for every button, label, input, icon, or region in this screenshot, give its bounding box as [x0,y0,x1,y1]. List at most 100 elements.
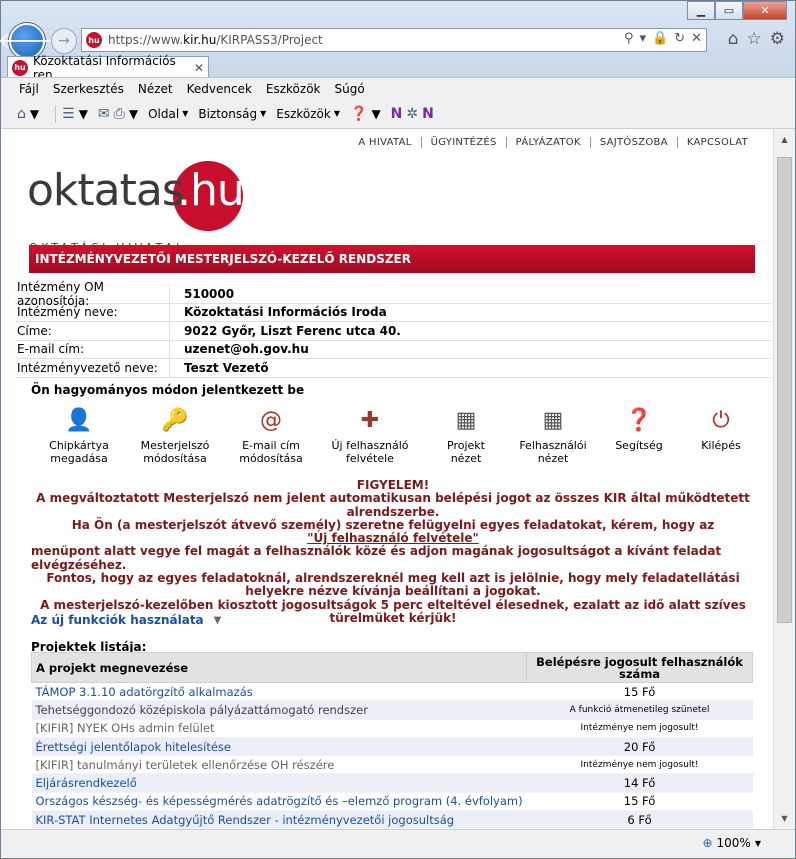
close-window-button[interactable]: ✕ [743,1,787,20]
menu-help[interactable]: Súgó [335,82,365,96]
window-controls: ▁ ▭ ✕ [687,1,787,20]
info-label: Intézmény neve: [15,303,170,321]
menu-bar: Fájl Szerkesztés Nézet Kedvencek Eszközö… [1,77,795,99]
notice-paragraph: A megváltoztatott Mesterjelszó nem jelen… [36,491,750,519]
maximize-button[interactable]: ▭ [715,1,743,20]
new-functions-link[interactable]: Az új funkciók használata [31,613,204,627]
settings-icon[interactable]: ✲ [406,106,418,122]
help-button[interactable]: ❓ Segítség [605,403,673,452]
print-caret-icon[interactable]: ▼ [129,107,138,121]
project-view-button[interactable]: ▦ Projekt nézet [425,403,507,465]
nav-hivatal[interactable]: A HIVATAL [349,137,420,148]
menu-edit[interactable]: Szerkesztés [53,82,124,96]
favorites-icon[interactable]: ☆ [747,29,762,49]
zoom-control[interactable]: ⊕ 100% ▼ [702,836,761,850]
close-tab-icon[interactable]: ✕ [194,61,204,75]
action-label: Chipkártya [49,439,109,452]
onenote-send-icon[interactable]: N [422,106,434,122]
zoom-icon: ⊕ [702,836,713,850]
refresh-icon[interactable]: ↻ [674,31,685,46]
new-functions-toggle[interactable]: Az új funkciók használata ▼ [31,613,221,627]
browser-tab[interactable]: hu Közoktatási Információs ren... ✕ [7,54,209,82]
home-caret-icon[interactable]: ▼ [30,107,39,121]
home-cmd-icon[interactable]: ⌂ [17,106,26,122]
minimize-button[interactable]: ▁ [687,1,715,20]
scroll-thumb[interactable] [777,157,792,623]
action-toolbar: 👤 Chipkártya megadása 🔑 Mesterjelszó mód… [31,403,755,469]
email-change-button[interactable]: @ E-mail cím módosítása [223,403,319,465]
stop-icon[interactable]: ✕ [691,31,702,46]
action-label: felvétele [346,452,394,465]
user-view-button[interactable]: ▦ Felhasználói nézet [509,403,597,465]
address-tools: ⚲ ▾ 🔒 ↻ ✕ [624,31,702,46]
dropdown-icon[interactable]: ▾ [639,31,646,46]
separator [55,104,57,123]
keys-icon: 🔑 [161,407,189,433]
table-row: TÁMOP 3.1.10 adatörgzítő alkalmazás 15 F… [31,682,753,702]
master-password-button[interactable]: 🔑 Mesterjelszó módosítása [127,403,223,465]
chevron-down-icon[interactable]: ▼ [214,615,222,626]
page-menu-button[interactable]: Oldal ▼ [148,107,188,121]
info-row: Intézmény OM azonosítója: 510000 [15,280,771,308]
tools-menu-button[interactable]: Eszközök ▼ [276,107,340,121]
col-user-count: Belépésre jogosult felhasználók száma [526,652,753,683]
project-link[interactable]: Eljárásrendkezelő [31,773,527,793]
login-note: Ön hagyományos módon jelentkezett be [31,383,305,397]
rss-icon[interactable]: ☰ [62,106,75,122]
info-label: Intézmény OM azonosítója: [15,280,170,308]
table-row: [KIFIR] NYEK OHs admin felület Intézmény… [31,719,753,738]
chipcard-button[interactable]: 👤 Chipkártya megadása [31,403,127,465]
add-user-icon: ✚ [360,407,380,433]
nav-ugyintezes[interactable]: ÜGYINTÉZÉS [420,137,506,148]
menu-view[interactable]: Nézet [138,82,173,96]
user-count: 15 Fő [526,792,753,812]
project-name: Tehetséggondozó középiskola pályázattámo… [31,700,527,720]
user-count: 14 Fő [526,773,753,793]
menu-file[interactable]: Fájl [19,82,39,96]
logout-button[interactable]: ⏻ Kilépés [687,403,755,452]
gear-icon[interactable]: ⚙ [770,29,785,49]
zoom-level: 100% [716,836,751,850]
zoom-caret-icon[interactable]: ▼ [755,839,761,848]
vertical-scrollbar[interactable]: ▲ ▼ [773,129,795,829]
help-caret-icon[interactable]: ▼ [371,107,380,121]
user-count: Intézménye nem jogosult! [526,719,753,738]
scroll-up-icon[interactable]: ▲ [776,131,793,148]
action-label: Segítség [615,439,663,452]
favicon-icon: hu [86,32,102,48]
help-icon[interactable]: ❓ [350,106,367,122]
forward-button[interactable]: → [51,28,77,54]
logout-icon: ⏻ [712,407,730,433]
tab-favicon-icon: hu [12,59,28,76]
info-label: E-mail cím: [15,340,170,358]
projects-table: A projekt megnevezése Belépésre jogosult… [30,652,753,829]
print-icon[interactable]: ⎙ [114,106,125,122]
mail-icon[interactable]: ✉ [98,106,110,122]
scroll-down-icon[interactable]: ▼ [776,810,793,827]
lock-icon[interactable]: 🔒 [652,31,668,46]
project-link[interactable]: KIR-STAT Internetes Adatgyűjtő Rendszer … [31,810,527,829]
nav-kapcsolat[interactable]: KAPCSOLAT [676,137,757,148]
project-link[interactable]: Érettségi jelentőlapok hitelesítése [31,737,527,757]
address-bar[interactable]: hu https://www.kir.hu/KIRPASS3/Project ⚲… [81,28,707,52]
notice-paragraph: Fontos, hogy az egyes feladatoknál, alre… [46,571,740,599]
info-row: E-mail cím: uzenet@oh.gov.hu [15,340,771,359]
url-text: https://www.kir.hu/KIRPASS3/Project [108,33,323,47]
action-label: Projekt [447,439,485,452]
warning-notice: FIGYELEM! A megváltoztatott Mesterjelszó… [31,478,755,625]
rss-caret-icon[interactable]: ▼ [79,107,88,121]
menu-favorites[interactable]: Kedvencek [187,82,252,96]
project-link[interactable]: TÁMOP 3.1.10 adatörgzítő alkalmazás [31,682,527,702]
table-row: Országos készség- és képességmérés adatr… [31,792,753,812]
new-user-link[interactable]: "Új felhasználó felvétele" [31,531,755,545]
site-logo[interactable]: oktatas .hu OKTATÁSI HIVATAL [27,161,257,254]
nav-sajtoszoba[interactable]: SAJTÓSZOBA [589,137,677,148]
safety-menu-button[interactable]: Biztonság ▼ [198,107,266,121]
new-user-button[interactable]: ✚ Új felhasználó felvétele [319,403,421,465]
nav-palyazatok[interactable]: PÁLYÁZATOK [505,137,590,148]
search-icon[interactable]: ⚲ [624,31,634,46]
home-icon[interactable]: ⌂ [728,29,739,49]
menu-tools[interactable]: Eszközök [266,82,321,96]
project-link[interactable]: Országos készség- és képességmérés adatr… [31,792,527,812]
onenote-icon[interactable]: N [391,106,403,122]
